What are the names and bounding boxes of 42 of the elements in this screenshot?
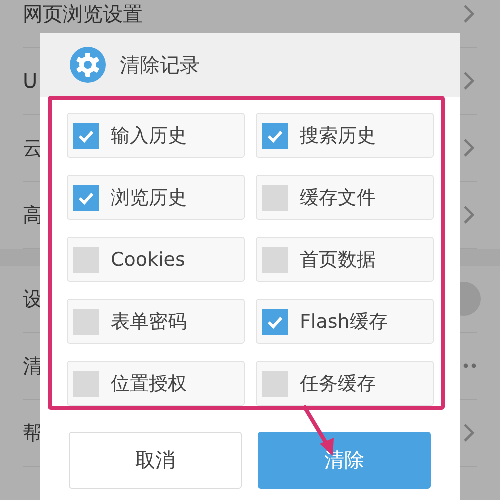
checkbox[interactable]: [262, 370, 288, 396]
option-label: 缓存文件: [300, 186, 376, 210]
option-item[interactable]: 输入历史: [67, 113, 245, 158]
checkbox[interactable]: [73, 122, 99, 148]
chevron-icon: [463, 138, 475, 158]
checkbox[interactable]: [262, 122, 288, 148]
checkbox[interactable]: [73, 246, 99, 272]
option-label: Flash缓存: [300, 310, 388, 334]
option-item[interactable]: 缓存文件: [256, 175, 434, 220]
gear-icon: [70, 47, 106, 83]
option-label: 搜索历史: [300, 124, 376, 148]
chevron-icon: [463, 423, 475, 443]
setting-label: U: [23, 69, 38, 93]
checkbox[interactable]: [262, 184, 288, 210]
dialog-title: 清除记录: [120, 52, 200, 78]
option-label: 表单密码: [111, 310, 187, 334]
option-item[interactable]: 首页数据: [256, 237, 434, 282]
checkbox[interactable]: [262, 246, 288, 272]
setting-label: 设: [23, 286, 43, 312]
checkbox[interactable]: [262, 308, 288, 334]
checkbox[interactable]: [73, 184, 99, 210]
option-item[interactable]: 位置授权: [67, 361, 245, 406]
checkbox[interactable]: [73, 370, 99, 396]
option-label: 浏览历史: [111, 186, 187, 210]
checkbox[interactable]: [73, 308, 99, 334]
option-item[interactable]: Flash缓存: [256, 299, 434, 344]
option-item[interactable]: 浏览历史: [67, 175, 245, 220]
option-label: 位置授权: [111, 372, 187, 396]
setting-label: 网页浏览设置: [23, 0, 143, 28]
option-label: 输入历史: [111, 124, 187, 148]
setting-label: 云: [23, 134, 43, 162]
option-item[interactable]: 搜索历史: [256, 113, 434, 158]
chevron-icon: [463, 205, 475, 225]
option-label: 首页数据: [300, 248, 376, 272]
chevron-icon: [463, 71, 475, 91]
option-item[interactable]: Cookies: [67, 237, 245, 282]
option-label: Cookies: [111, 248, 186, 270]
option-label: 任务缓存: [300, 372, 376, 396]
option-item[interactable]: 表单密码: [67, 299, 245, 344]
option-item[interactable]: 任务缓存: [256, 361, 434, 406]
cancel-button[interactable]: 取消: [69, 432, 242, 489]
chevron-icon: [463, 4, 475, 24]
